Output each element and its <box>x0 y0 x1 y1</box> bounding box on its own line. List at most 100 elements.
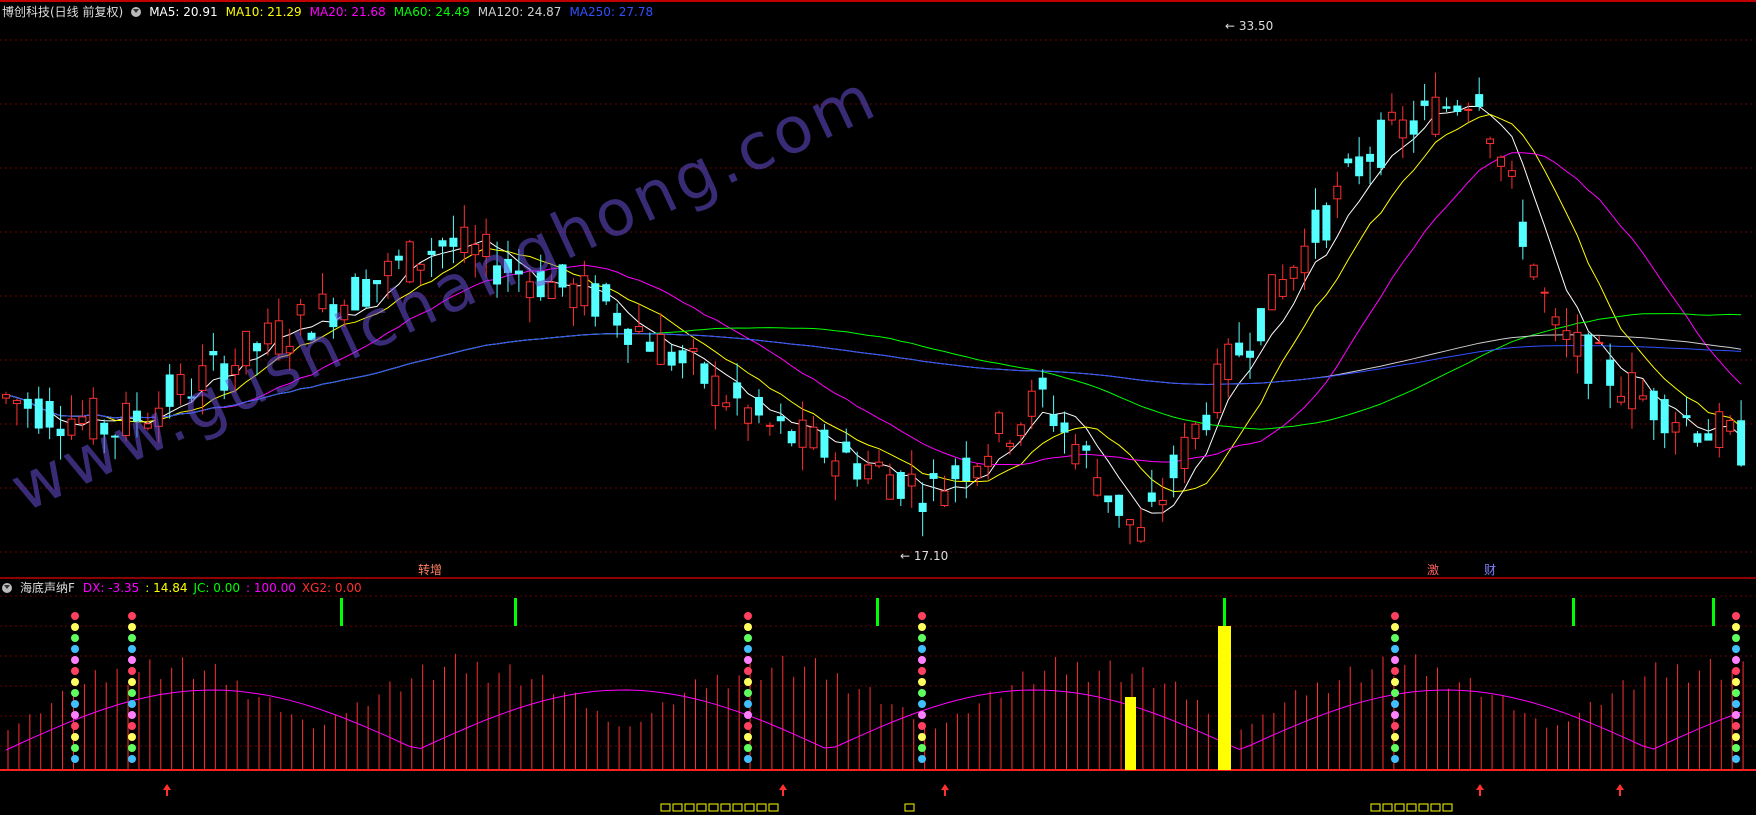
candle-body <box>864 464 873 480</box>
candle-body <box>634 326 643 332</box>
candle-body <box>1617 395 1626 403</box>
up-arrow-icon <box>941 784 949 796</box>
candle-body <box>318 293 327 310</box>
candle-body <box>449 237 458 247</box>
candle-body <box>1431 96 1440 135</box>
signal-column-dot <box>918 623 926 631</box>
signal-column-dot <box>1391 678 1399 686</box>
candle-body <box>1060 422 1069 433</box>
candle-body <box>438 240 447 247</box>
signal-column-dot <box>1391 623 1399 631</box>
candle-body <box>1376 119 1385 168</box>
signal-column-dot <box>71 711 79 719</box>
candle-body <box>569 283 578 309</box>
top-border <box>0 0 1756 2</box>
candle-body <box>1016 424 1025 437</box>
candle-body <box>711 375 720 406</box>
candle-body <box>1660 399 1669 434</box>
candle-body <box>787 431 796 444</box>
candle-body <box>1256 308 1265 342</box>
signal-column-dot <box>1391 689 1399 697</box>
candle-body <box>602 284 611 302</box>
signal-column-dot <box>128 678 136 686</box>
signal-column-dot <box>1732 722 1740 730</box>
signal-column-dot <box>71 656 79 664</box>
candle-body <box>733 382 742 399</box>
candle-body <box>1115 494 1124 516</box>
green-signal-bar <box>1712 598 1715 626</box>
candle-body <box>1125 519 1134 526</box>
signal-column-dot <box>744 645 752 653</box>
signal-column-dot <box>128 667 136 675</box>
candle-body <box>1104 495 1113 503</box>
event-marker-0: 转增 <box>418 562 442 577</box>
ma-legend-item-3: MA60: 24.49 <box>393 4 470 19</box>
candle-body <box>1246 350 1255 358</box>
green-signal-bar <box>876 598 879 626</box>
signal-column-dot <box>918 722 926 730</box>
candle-body <box>1093 477 1102 496</box>
signal-column-dot <box>1732 733 1740 741</box>
signal-column-dot <box>1732 667 1740 675</box>
signal-column-dot <box>1732 634 1740 642</box>
candle-body <box>1366 153 1375 162</box>
indicator-header: 海底声纳F DX: -3.35: 14.84 JC: 0.00: 100.00 XG… <box>2 579 362 596</box>
candle-body <box>1005 442 1014 447</box>
signal-column-dot <box>744 678 752 686</box>
candle-body <box>1682 415 1691 419</box>
candle-body <box>1671 422 1680 433</box>
yellow-bar-large <box>1218 626 1231 770</box>
indicator-value-1: : 14.84 <box>145 580 188 595</box>
candle-body <box>995 412 1004 435</box>
candle-body <box>918 502 927 512</box>
signal-column-dot <box>1391 700 1399 708</box>
signal-column-dot <box>744 755 752 763</box>
candle-body <box>1606 359 1615 386</box>
signal-column-dot <box>1391 634 1399 642</box>
candle-body <box>1180 436 1189 469</box>
box-marker <box>768 803 779 812</box>
signal-column-dot <box>1732 623 1740 631</box>
signal-column-dot <box>918 744 926 752</box>
stock-title[interactable]: 博创科技(日线 前复权) <box>2 3 123 20</box>
signal-column-dot <box>918 678 926 686</box>
signal-column-dot <box>128 700 136 708</box>
signal-column-dot <box>1732 755 1740 763</box>
signal-column-dot <box>71 612 79 620</box>
candle-body <box>896 472 905 499</box>
candle-body <box>2 394 10 399</box>
candle-body <box>929 473 938 479</box>
indicator-value-4: XG2: 0.00 <box>301 580 362 595</box>
signal-column-dot <box>918 656 926 664</box>
candle-body <box>1224 343 1233 380</box>
candle-body <box>645 341 654 352</box>
candle-body <box>1049 414 1058 427</box>
dropdown-circle-icon[interactable] <box>131 6 142 17</box>
indicator-title[interactable]: 海底声纳F <box>20 579 75 596</box>
candle-body <box>1584 334 1593 384</box>
candle-body <box>973 465 982 479</box>
signal-column-dot <box>1391 711 1399 719</box>
signal-column-dot <box>71 678 79 686</box>
box-marker <box>1418 803 1429 812</box>
box-marker <box>904 803 915 812</box>
signal-column-dot <box>71 744 79 752</box>
price-labels: ← 33.50 ← 17.10 转增 激 财 <box>418 19 1496 577</box>
candle-body <box>798 419 807 448</box>
candle-body <box>1704 433 1713 441</box>
candle-body <box>1147 492 1156 502</box>
signal-column-dot <box>1391 656 1399 664</box>
candle-body <box>754 396 763 416</box>
candle-body <box>1387 111 1396 121</box>
signal-column-dot <box>1391 722 1399 730</box>
candle-body <box>1507 170 1516 177</box>
candle-body <box>1420 100 1429 106</box>
candle-body <box>885 474 894 500</box>
candle-body <box>940 490 949 507</box>
candle-body <box>1191 423 1200 439</box>
dropdown-circle-icon[interactable] <box>2 582 12 593</box>
candle-body <box>831 460 840 477</box>
signal-column-dot <box>918 667 926 675</box>
box-marker <box>1406 803 1417 812</box>
ma-legend-item-4: MA120: 24.87 <box>477 4 562 19</box>
